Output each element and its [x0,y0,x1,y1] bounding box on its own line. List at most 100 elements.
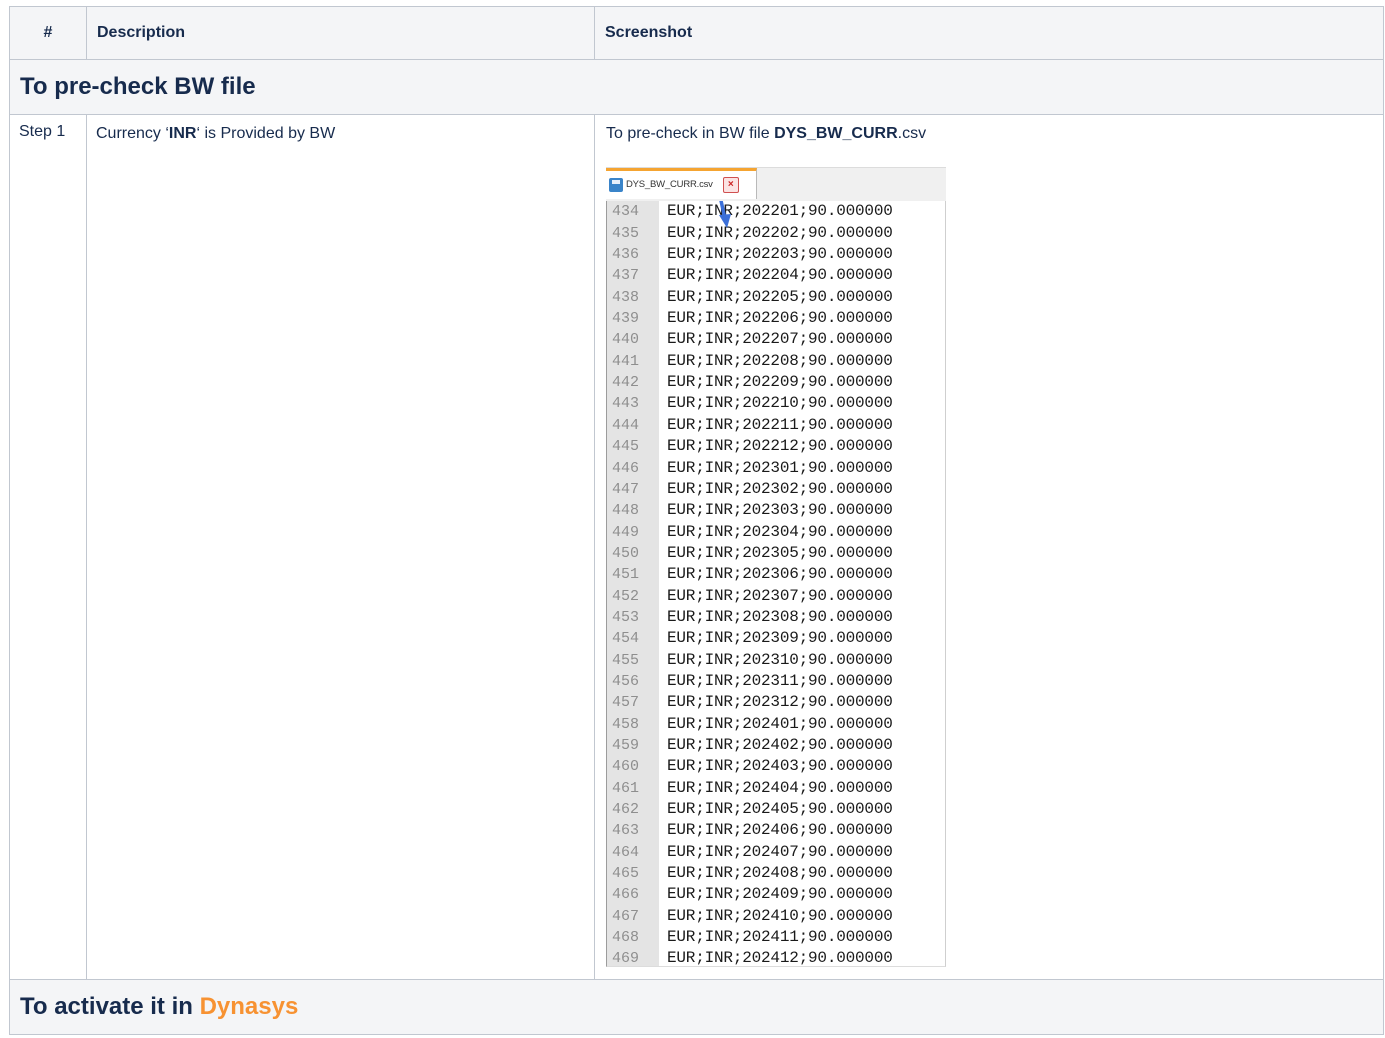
line-number: 455 [612,651,640,669]
editor-line: 440 EUR;INR;202207;90.000000 [607,329,945,350]
line-number: 435 [612,224,640,242]
editor-line: 451 EUR;INR;202306;90.000000 [607,564,945,585]
line-number: 448 [612,502,640,520]
line-number: 465 [612,865,640,883]
line-number: 442 [612,374,640,392]
editor-line: 455 EUR;INR;202310;90.000000 [607,650,945,671]
line-number: 466 [612,886,640,904]
line-number: 445 [612,438,640,456]
line-text: EUR;INR;202309;90.000000 [667,629,893,648]
table-row: Step 1 Currency ‘INR‘ is Provided by BW … [9,113,1384,981]
line-text: EUR;INR;202409;90.000000 [667,885,893,904]
header-row: # Description Screenshot [9,6,1384,60]
line-text: EUR;INR;202307;90.000000 [667,586,893,605]
editor-lines: 434 EUR;INR;202201;90.000000 435 EUR;INR;20… [607,201,945,969]
line-text: EUR;INR;202303;90.000000 [667,501,893,520]
file-tab-label: DYS_BW_CURR.csv [626,178,713,190]
editor-line: 462 EUR;INR;202405;90.000000 [607,799,945,820]
editor-line: 434 EUR;INR;202201;90.000000 [607,201,945,222]
column-header-description: Description [86,6,595,60]
line-text: EUR;INR;202405;90.000000 [667,800,893,819]
editor-line: 441 EUR;INR;202208;90.000000 [607,351,945,372]
editor-line: 467 EUR;INR;202410;90.000000 [607,906,945,927]
line-text: EUR;INR;202208;90.000000 [667,351,893,370]
editor-line: 466 EUR;INR;202409;90.000000 [607,884,945,905]
line-number: 451 [612,566,640,584]
line-text: EUR;INR;202205;90.000000 [667,287,893,306]
step-label: Step 1 [9,113,87,981]
line-number: 453 [612,608,640,626]
line-text: EUR;INR;202301;90.000000 [667,458,893,477]
line-text: EUR;INR;202311;90.000000 [667,671,893,690]
line-text: EUR;INR;202209;90.000000 [667,373,893,392]
editor-line: 437 EUR;INR;202204;90.000000 [607,265,945,286]
screenshot-caption: To pre-check in BW file DYS_BW_CURR.csv [606,125,1373,143]
line-text: EUR;INR;202207;90.000000 [667,330,893,349]
line-number: 438 [612,288,640,306]
line-number: 434 [612,203,640,221]
line-number: 437 [612,267,640,285]
description-text: Currency ‘ [96,125,169,142]
editor-line: 468 EUR;INR;202411;90.000000 [607,927,945,948]
steps-table: # Description Screenshot To pre-check BW… [9,6,1384,1036]
step-description: Currency ‘INR‘ is Provided by BW [86,113,595,981]
editor-area[interactable]: 434 EUR;INR;202201;90.000000 435 EUR;INR;20… [606,201,946,967]
line-text: EUR;INR;202212;90.000000 [667,437,893,456]
column-header-number: # [9,6,87,60]
line-number: 461 [612,779,640,797]
line-text: EUR;INR;202302;90.000000 [667,479,893,498]
line-number: 436 [612,246,640,264]
line-text: EUR;INR;202201;90.000000 [667,202,893,221]
editor-line: 458 EUR;INR;202401;90.000000 [607,714,945,735]
editor-screenshot: DYS_BW_CURR.csv × 434 EUR;INR;202201;90.0… [606,167,946,967]
line-text: EUR;INR;202406;90.000000 [667,821,893,840]
editor-line: 465 EUR;INR;202408;90.000000 [607,863,945,884]
editor-line: 446 EUR;INR;202301;90.000000 [607,458,945,479]
line-number: 447 [612,480,640,498]
line-number: 441 [612,352,640,370]
editor-line: 443 EUR;INR;202210;90.000000 [607,393,945,414]
line-text: EUR;INR;202401;90.000000 [667,714,893,733]
close-icon[interactable]: × [722,177,739,194]
section-row: To activate it in Dynasys [9,979,1384,1036]
line-number: 439 [612,310,640,328]
line-number: 444 [612,416,640,434]
line-number: 458 [612,715,640,733]
screenshot-cell: To pre-check in BW file DYS_BW_CURR.csv … [594,113,1384,981]
line-text: EUR;INR;202206;90.000000 [667,309,893,328]
currency-code: INR [168,125,197,142]
file-extension: .csv [897,125,927,142]
description-text-end: ‘ is Provided by BW [196,125,336,142]
editor-line: 457 EUR;INR;202312;90.000000 [607,692,945,713]
line-text: EUR;INR;202203;90.000000 [667,245,893,264]
line-text: EUR;INR;202402;90.000000 [667,735,893,754]
line-number: 463 [612,822,640,840]
file-tab[interactable]: DYS_BW_CURR.csv × [606,168,757,200]
editor-line: 448 EUR;INR;202303;90.000000 [607,500,945,521]
editor-line: 459 EUR;INR;202402;90.000000 [607,735,945,756]
line-text: EUR;INR;202210;90.000000 [667,394,893,413]
editor-line: 463 EUR;INR;202406;90.000000 [607,820,945,841]
file-name: DYS_BW_CURR [774,125,898,142]
line-text: EUR;INR;202305;90.000000 [667,543,893,562]
editor-tabbar: DYS_BW_CURR.csv × [606,167,946,202]
editor-line: 435 EUR;INR;202202;90.000000 [607,223,945,244]
line-number: 462 [612,801,640,819]
section-title: To pre-check BW file [9,59,1384,115]
line-number: 459 [612,736,640,754]
editor-line: 447 EUR;INR;202302;90.000000 [607,479,945,500]
editor-line: 439 EUR;INR;202206;90.000000 [607,308,945,329]
line-number: 446 [612,459,640,477]
editor-line: 445 EUR;INR;202212;90.000000 [607,436,945,457]
line-text: EUR;INR;202310;90.000000 [667,650,893,669]
editor-line: 469 EUR;INR;202412;90.000000 [607,948,945,969]
caption-text: To pre-check in BW file [606,125,775,142]
section-title-text: To activate it in [20,993,200,1021]
column-header-screenshot: Screenshot [594,6,1384,60]
line-number: 467 [612,907,640,925]
editor-line: 438 EUR;INR;202205;90.000000 [607,287,945,308]
line-text: EUR;INR;202211;90.000000 [667,415,893,434]
editor-line: 464 EUR;INR;202407;90.000000 [607,842,945,863]
line-number: 443 [612,395,640,413]
line-text: EUR;INR;202304;90.000000 [667,522,893,541]
